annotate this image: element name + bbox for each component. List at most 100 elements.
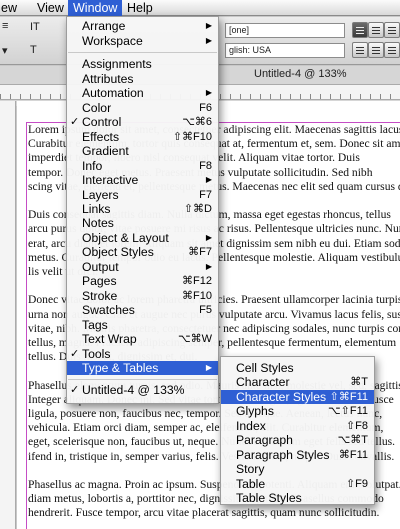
menu-item-label: Object & Layout	[82, 231, 169, 245]
menu-item-view-partial[interactable]: ew	[0, 0, 22, 16]
menu-item-shortcut: ⌘F7	[188, 246, 212, 258]
menu-item-character[interactable]: Character ⌘T	[221, 375, 374, 389]
menu-item-label: Workspace	[82, 34, 143, 48]
menu-item-index[interactable]: Index ⇧F8	[221, 419, 374, 433]
menu-item-label: Tags	[82, 318, 108, 332]
checkmark-icon: ✓	[70, 116, 80, 128]
menu-item-shortcut: ⌘F12	[182, 275, 212, 287]
menu-item-shortcut: ⇧⌘F11	[329, 391, 368, 403]
menu-item-label: Info	[82, 159, 103, 173]
menu-item-cell-styles[interactable]: Cell Styles	[221, 361, 374, 375]
menu-item-label: Assignments	[82, 57, 152, 71]
menu-item-help[interactable]: Help	[122, 0, 158, 16]
submenu-arrow-icon: ▶	[205, 88, 212, 97]
menu-item-object-and-layout[interactable]: Object & Layout ▶	[67, 231, 218, 245]
align-center-icon[interactable]	[368, 22, 384, 38]
menu-item-view[interactable]: View	[32, 0, 69, 16]
justify-all-icon[interactable]	[384, 42, 400, 58]
menu-item-interactive[interactable]: Interactive ▶	[67, 173, 218, 187]
menu-item-pages[interactable]: Pages ⌘F12	[67, 274, 218, 288]
menu-item-glyphs[interactable]: Glyphs ⌥⇧F11	[221, 404, 374, 418]
menu-item-shortcut: ⌘T	[350, 376, 368, 388]
align-right-icon[interactable]	[384, 22, 400, 38]
menu-item-automation[interactable]: Automation ▶	[67, 86, 218, 100]
justify-left-icon[interactable]	[352, 42, 368, 58]
font-size-icon: IT	[30, 21, 40, 33]
menu-item-arrange[interactable]: Arrange ▶	[67, 19, 218, 33]
menu-item-shortcut: ⇧⌘F10	[172, 131, 212, 143]
window-menu: Arrange ▶ Workspace ▶ Assignments Attributes A…	[66, 16, 219, 404]
menu-item-label: Index	[236, 419, 266, 433]
menu-item-shortcut: ⌥⌘W	[177, 333, 212, 345]
menu-item-object-styles[interactable]: Object Styles ⌘F7	[67, 245, 218, 259]
justify-center-icon[interactable]	[368, 42, 384, 58]
menu-item-info[interactable]: Info F8	[67, 159, 218, 173]
menu-item-table-styles[interactable]: Table Styles	[221, 491, 374, 505]
menu-item-label: Attributes	[82, 72, 134, 86]
menu-item-label: Links	[82, 202, 111, 216]
menu-item-label: Character Styles	[236, 390, 327, 404]
menu-item-label: Pages	[82, 274, 117, 288]
menu-item-paragraph[interactable]: Paragraph ⌥⌘T	[221, 433, 374, 447]
menu-item-type-and-tables[interactable]: Type & Tables ▶	[67, 361, 218, 375]
menu-item-label: Table	[236, 477, 266, 491]
menu-item-text-wrap[interactable]: Text Wrap ⌥⌘W	[67, 332, 218, 346]
menu-item-attributes[interactable]: Attributes	[67, 72, 218, 86]
language-field[interactable]: glish: USA	[225, 43, 345, 58]
menu-item-shortcut: F8	[199, 160, 212, 172]
menu-item-label: Swatches	[82, 303, 135, 317]
document-tab[interactable]: Untitled-4 @ 133%	[210, 66, 400, 83]
menu-item-shortcut: F5	[199, 304, 212, 316]
menu-item-untitled-4-133[interactable]: ✓ Untitled-4 @ 133%	[67, 383, 218, 397]
align-left-icon[interactable]	[352, 22, 368, 38]
menu-item-label: Tools	[82, 347, 111, 361]
tracking-icon: ≡	[2, 20, 9, 32]
menu-separator	[68, 379, 217, 380]
submenu-arrow-icon: ▶	[205, 21, 212, 30]
menu-item-label: Glyphs	[236, 404, 274, 418]
vertical-ruler[interactable]	[0, 101, 16, 529]
menu-item-tags[interactable]: Tags	[67, 318, 218, 332]
submenu-arrow-icon: ▶	[205, 363, 212, 372]
menu-item-control[interactable]: ✓ Control ⌥⌘6	[67, 115, 218, 129]
menu-item-assignments[interactable]: Assignments	[67, 57, 218, 71]
menu-item-gradient[interactable]: Gradient	[67, 144, 218, 158]
menu-item-links[interactable]: Links ⇧⌘D	[67, 202, 218, 216]
menu-item-character-styles[interactable]: Character Styles ⇧⌘F11	[221, 390, 374, 404]
menu-item-shortcut: ⌘F10	[182, 290, 212, 302]
menu-item-label: Untitled-4 @ 133%	[82, 383, 185, 397]
menu-item-notes[interactable]: Notes	[67, 216, 218, 230]
menu-item-label: Stroke	[82, 289, 118, 303]
menu-item-label: Automation	[82, 86, 144, 100]
menu-item-label: Interactive	[82, 173, 139, 187]
menu-item-tools[interactable]: ✓ Tools	[67, 347, 218, 361]
menu-item-shortcut: ⇧F8	[345, 420, 368, 432]
menu-item-layers[interactable]: Layers F7	[67, 188, 218, 202]
leading-icon: ▾	[2, 45, 8, 57]
menu-item-paragraph-styles[interactable]: Paragraph Styles ⌘F11	[221, 448, 374, 462]
menu-item-window[interactable]: Window	[68, 0, 123, 16]
submenu-arrow-icon: ▶	[205, 175, 212, 184]
menu-item-story[interactable]: Story	[221, 462, 374, 476]
menu-item-swatches[interactable]: Swatches F5	[67, 303, 218, 317]
menu-bar: ew View Window Help	[0, 0, 400, 16]
menu-item-label: Type & Tables	[82, 361, 159, 375]
font-style-field[interactable]: [one]	[225, 23, 345, 38]
menu-item-shortcut: ⌘F11	[338, 449, 368, 461]
menu-item-label: Layers	[82, 188, 119, 202]
submenu-arrow-icon: ▶	[205, 233, 212, 242]
menu-item-color[interactable]: Color F6	[67, 101, 218, 115]
menu-item-shortcut: ⇧F9	[345, 478, 368, 490]
menu-item-label: Gradient	[82, 144, 129, 158]
margin-guide-left	[26, 122, 27, 529]
menu-item-effects[interactable]: Effects ⇧⌘F10	[67, 130, 218, 144]
type-tables-submenu: Cell Styles Character ⌘T Character Styles ⇧⌘…	[220, 356, 375, 505]
menu-item-stroke[interactable]: Stroke ⌘F10	[67, 289, 218, 303]
menu-item-shortcut: F6	[199, 102, 212, 114]
menu-item-workspace[interactable]: Workspace ▶	[67, 34, 218, 48]
menu-item-label: Control	[82, 115, 122, 129]
menu-item-table[interactable]: Table ⇧F9	[221, 477, 374, 491]
submenu-arrow-icon: ▶	[205, 36, 212, 45]
menu-item-output[interactable]: Output ▶	[67, 260, 218, 274]
menu-item-label: Character	[236, 375, 290, 389]
